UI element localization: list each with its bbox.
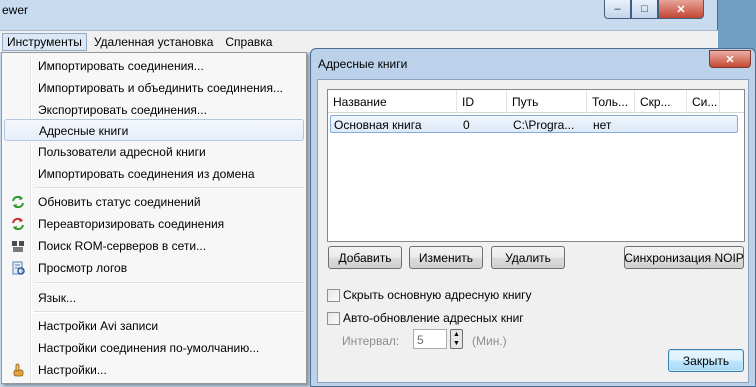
menu-item-label: Язык... (38, 291, 77, 305)
menu-item-rom-server-search[interactable]: Поиск ROM-серверов в сети... (4, 235, 304, 257)
refresh-red-icon (10, 216, 26, 232)
stepper-down-icon[interactable]: ▼ (453, 340, 460, 347)
log-viewer-icon (10, 260, 26, 276)
interval-stepper[interactable]: ▲ ▼ (450, 329, 463, 349)
sync-noip-button[interactable]: Синхронизация NOIP (624, 246, 744, 269)
column-header-id[interactable]: ID (457, 90, 507, 113)
menu-tools[interactable]: Инструменты (2, 32, 87, 51)
cell-id: 0 (463, 118, 470, 132)
stepper-up-icon[interactable]: ▲ (453, 331, 460, 338)
menu-item-default-connection-settings[interactable]: Настройки соединения по-умолчанию... (4, 337, 304, 359)
menu-help[interactable]: Справка (220, 33, 277, 51)
menu-item-label: Переавторизировать соединения (38, 217, 225, 231)
minimize-button[interactable]: ‒ (604, 0, 631, 19)
menu-separator (34, 311, 304, 313)
menu-item-export-connections[interactable]: Экспортировать соединения... (4, 99, 304, 121)
menu-item-language[interactable]: Язык... (4, 287, 304, 309)
close-dialog-button[interactable]: Закрыть (668, 349, 744, 372)
maximize-button[interactable]: □ (631, 0, 658, 19)
interval-label: Интервал: (342, 334, 400, 348)
tools-dropdown-menu: Импортировать соединения... Импортироват… (1, 52, 307, 384)
delete-button[interactable]: Удалить (491, 246, 565, 269)
menu-item-label: Настройки соединения по-умолчанию... (38, 341, 260, 355)
menu-item-import-connections[interactable]: Импортировать соединения... (4, 55, 304, 77)
refresh-green-icon (10, 194, 26, 210)
menu-item-refresh-status[interactable]: Обновить статус соединений (4, 191, 304, 213)
add-button[interactable]: Добавить (328, 246, 402, 269)
address-books-dialog: Адресные книги ✕ Название ID Путь Толь..… (310, 48, 756, 387)
auto-update-checkbox[interactable]: Авто-обновление адресных книг (327, 311, 524, 325)
dialog-close-button[interactable]: ✕ (709, 50, 751, 68)
window-title: ewer (2, 3, 29, 17)
checkbox-label: Скрыть основную адресную книгу (343, 288, 532, 302)
menu-item-import-merge[interactable]: Импортировать и объединить соединения... (4, 77, 304, 99)
column-header-sync[interactable]: Си... (687, 90, 720, 113)
interval-unit: (Мин.) (472, 334, 507, 348)
list-header: Название ID Путь Толь... Скр... Си... (328, 90, 744, 113)
menu-item-label: Импортировать соединения из домена (38, 167, 255, 181)
close-window-button[interactable]: ✕ (658, 0, 704, 19)
menu-item-label: Импортировать и объединить соединения... (38, 81, 284, 95)
cell-name: Основная книга (334, 118, 422, 132)
menu-item-label: Обновить статус соединений (38, 195, 201, 209)
address-books-list[interactable]: Название ID Путь Толь... Скр... Си... Ос… (327, 89, 745, 242)
menu-item-label: Просмотр логов (38, 261, 128, 275)
menu-separator (34, 282, 304, 284)
caption-buttons: ‒ □ ✕ (604, 0, 704, 19)
checkbox-box[interactable] (327, 288, 340, 302)
cell-readonly: нет (593, 118, 612, 132)
interval-input[interactable]: 5 (413, 329, 447, 349)
menu-item-address-book-users[interactable]: Пользователи адресной книги (4, 141, 304, 163)
menu-item-import-from-domain[interactable]: Импортировать соединения из домена (4, 163, 304, 185)
edit-button[interactable]: Изменить (409, 246, 483, 269)
network-search-icon (10, 238, 26, 254)
column-header-readonly[interactable]: Толь... (587, 90, 635, 113)
checkbox-box[interactable] (327, 311, 340, 325)
column-header-name[interactable]: Название (328, 90, 457, 113)
settings-hand-icon (10, 362, 26, 378)
cell-path: C:\Progra... (513, 118, 575, 132)
menu-item-avi-settings[interactable]: Настройки Avi записи (4, 315, 304, 337)
menu-remote-install[interactable]: Удаленная установка (89, 33, 219, 51)
menu-item-label: Адресные книги (39, 124, 129, 138)
dialog-body: Название ID Путь Толь... Скр... Си... Ос… (317, 79, 749, 383)
menu-item-settings[interactable]: Настройки... (4, 359, 304, 381)
table-row[interactable]: Основная книга 0 C:\Progra... нет (330, 115, 738, 133)
menu-item-address-books[interactable]: Адресные книги (4, 119, 304, 141)
menu-item-label: Пользователи адресной книги (38, 145, 206, 159)
menu-item-label: Импортировать соединения... (38, 59, 204, 73)
checkbox-label: Авто-обновление адресных книг (343, 311, 524, 325)
menu-item-label: Настройки Avi записи (38, 319, 159, 333)
hide-main-book-checkbox[interactable]: Скрыть основную адресную книгу (327, 288, 532, 302)
dialog-title: Адресные книги (318, 57, 408, 71)
menu-item-label: Поиск ROM-серверов в сети... (38, 239, 207, 253)
column-header-path[interactable]: Путь (507, 90, 587, 113)
menu-separator (34, 187, 304, 189)
menu-item-label: Экспортировать соединения... (38, 103, 207, 117)
menu-item-reauthorize[interactable]: Переавторизировать соединения (4, 213, 304, 235)
menu-item-label: Настройки... (38, 363, 107, 377)
column-header-hidden[interactable]: Скр... (635, 90, 687, 113)
menu-item-view-logs[interactable]: Просмотр логов (4, 257, 304, 279)
